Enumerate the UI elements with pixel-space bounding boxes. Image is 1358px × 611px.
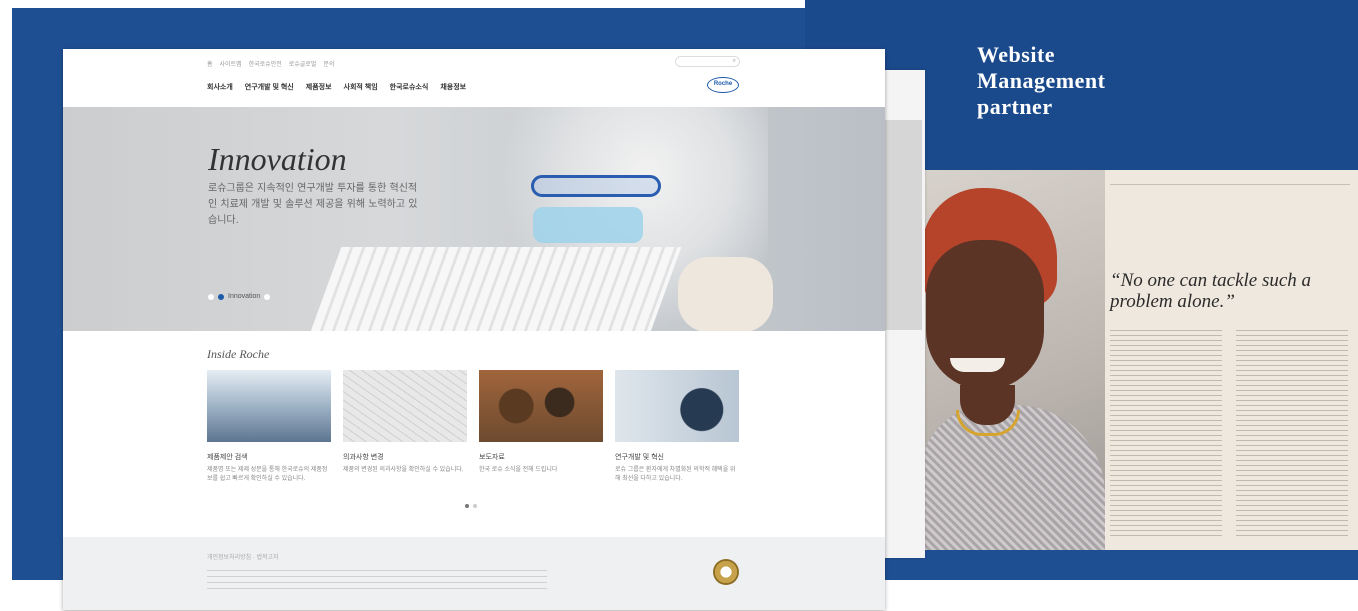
card-title: 보도자료	[479, 454, 505, 461]
hero-slider-nav: Innovation	[208, 293, 271, 300]
nav-about[interactable]: 회사소개	[207, 82, 233, 92]
card-product-search[interactable]: 제품제안 검색 제품명 또는 제제 성분을 통해 한국로슈의 제품정보를 쉽고 …	[207, 370, 331, 484]
magazine-text-column-1	[1110, 330, 1222, 540]
inside-roche-title: Inside Roche	[207, 347, 270, 361]
card-title: 제품제안 검색	[207, 454, 248, 461]
card-image	[479, 370, 603, 442]
utility-link-global[interactable]: 로슈글로벌	[289, 59, 317, 68]
utility-nav: 홈 사이트맵 한국로슈안전 로슈글로벌 문의	[207, 59, 334, 68]
hero-banner: Innovation 로슈그룹은 지속적인 연구개발 투자를 통한 혁신적인 치…	[63, 107, 885, 331]
slider-dot[interactable]	[208, 293, 214, 300]
card-title: 연구개발 및 혁신	[615, 454, 664, 461]
inside-roche-cards: 제품제안 검색 제품명 또는 제제 성분을 통해 한국로슈의 제품정보를 쉽고 …	[207, 370, 739, 484]
footer-links[interactable]: 개인정보처리방침 · 법적고지	[207, 552, 279, 561]
website-management-heading: Website Management partner	[977, 42, 1105, 120]
nav-products[interactable]: 제품정보	[306, 82, 332, 92]
magazine-quote: “No one can tackle such a problem alone.…	[1110, 270, 1312, 312]
certification-seal-icon	[713, 559, 739, 585]
cards-paging	[465, 504, 477, 508]
background-page-image	[882, 120, 922, 330]
glove-hand	[678, 257, 773, 331]
card-text: 제품명 또는 제제 성분을 통해 한국로슈의 제품정보를 쉽고 빠르게 확인하실…	[207, 467, 328, 482]
paging-dot[interactable]	[473, 504, 477, 508]
heading-line-3: partner	[977, 94, 1053, 119]
slider-label: Innovation	[228, 293, 261, 300]
paging-dot-active[interactable]	[465, 504, 469, 508]
magazine-rule	[1110, 184, 1350, 185]
footer-text	[207, 570, 547, 594]
hero-description: 로슈그룹은 지속적인 연구개발 투자를 통한 혁신적인 치료제 개발 및 솔루션…	[208, 183, 418, 226]
card-image	[615, 370, 739, 442]
heading-line-1: Website	[977, 42, 1056, 67]
slider-dot[interactable]	[264, 293, 271, 300]
search-icon[interactable]: ⌕	[733, 58, 736, 64]
search-input[interactable]: ⌕	[675, 56, 740, 67]
card-text: 제품의 변경된 의과사항을 확인하실 수 있습니다.	[343, 467, 464, 473]
utility-link-contact[interactable]: 문의	[323, 59, 334, 68]
nav-careers[interactable]: 채용정보	[440, 82, 466, 92]
scientist-goggles	[531, 175, 661, 197]
card-image	[207, 370, 331, 442]
card-label-change[interactable]: 의과사항 변경 제품의 변경된 의과사항을 확인하실 수 있습니다.	[343, 370, 467, 484]
portrait-photo	[920, 170, 1105, 550]
card-research[interactable]: 연구개발 및 혁신 로슈 그룹은 환자에게 차별화된 의학적 혜택을 위해 최선…	[615, 370, 739, 484]
scientist-mask	[533, 207, 643, 243]
utility-link-sitemap[interactable]: 사이트맵	[220, 59, 242, 68]
website-mockup: 홈 사이트맵 한국로슈안전 로슈글로벌 문의 ⌕ 회사소개 연구개발 및 혁신 …	[63, 49, 885, 610]
sample-tray	[308, 247, 682, 331]
utility-link-home[interactable]: 홈	[207, 59, 213, 68]
nav-responsibility[interactable]: 사회적 책임	[344, 82, 378, 92]
roche-logo[interactable]: Roche	[707, 77, 739, 93]
magazine-text-column-2	[1236, 330, 1348, 540]
hero-title: Innovation	[208, 141, 347, 177]
main-nav: 회사소개 연구개발 및 혁신 제품정보 사회적 책임 한국로슈소식 채용정보	[207, 82, 466, 92]
utility-link-safety[interactable]: 한국로슈안전	[249, 59, 282, 68]
portrait-smile	[950, 358, 1005, 372]
card-title: 의과사항 변경	[343, 454, 384, 461]
heading-line-2: Management	[977, 68, 1106, 93]
slider-dot-active[interactable]	[218, 293, 224, 300]
card-press[interactable]: 보도자료 한국 로슈 소식을 전해 드립니다	[479, 370, 603, 484]
site-footer: 개인정보처리방침 · 법적고지	[63, 537, 885, 610]
card-text: 한국 로슈 소식을 전해 드립니다	[479, 467, 558, 473]
card-image	[343, 370, 467, 442]
nav-news[interactable]: 한국로슈소식	[390, 82, 429, 92]
magazine-spread: “No one can tackle such a problem alone.…	[920, 170, 1358, 550]
nav-research[interactable]: 연구개발 및 혁신	[245, 82, 294, 92]
card-text: 로슈 그룹은 환자에게 차별화된 의학적 혜택을 위해 최선을 다하고 있습니다…	[615, 467, 736, 482]
